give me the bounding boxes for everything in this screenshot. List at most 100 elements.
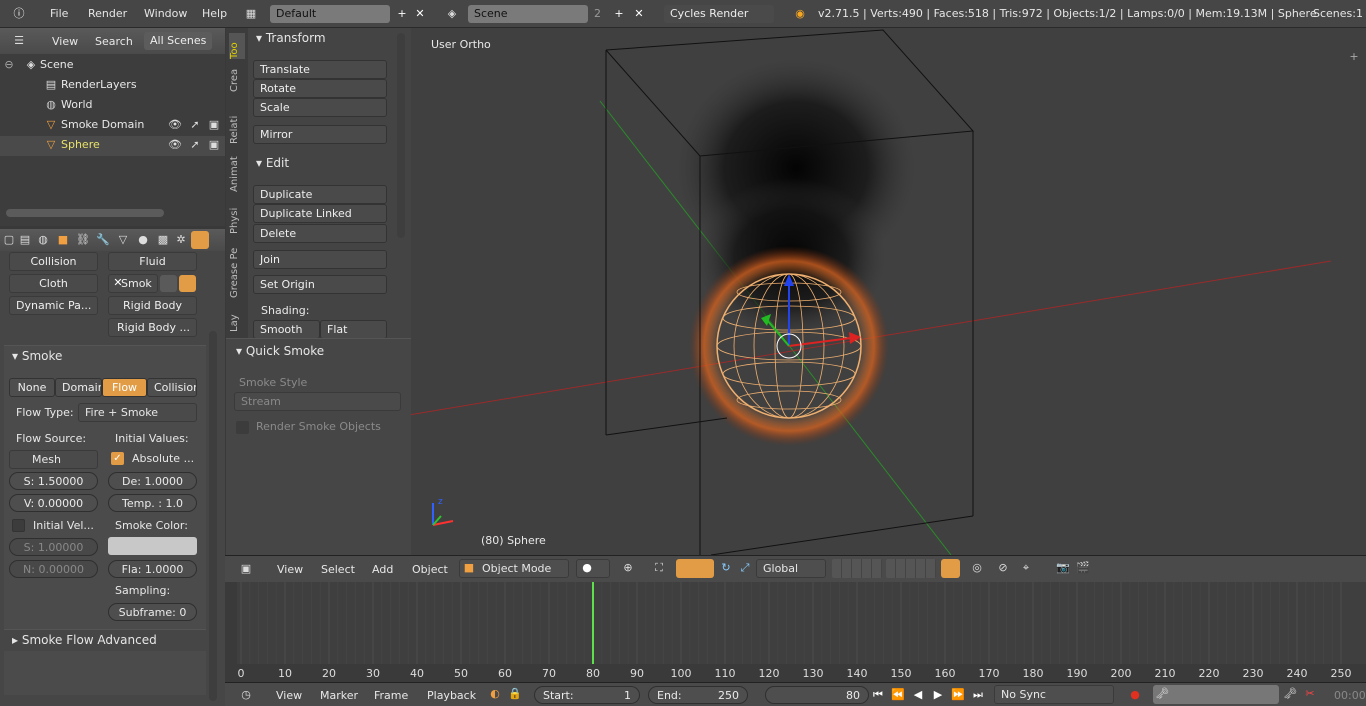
tl-menu-view[interactable]: View: [276, 689, 302, 702]
set-origin-select[interactable]: Set Origin: [253, 275, 387, 294]
render-layers-icon[interactable]: ▤: [18, 233, 32, 247]
manipulator-icon[interactable]: ⛶: [652, 561, 666, 575]
mirror-button[interactable]: Mirror: [253, 125, 387, 144]
rigid-body-button[interactable]: Rigid Body: [108, 296, 197, 315]
play-icon[interactable]: ▶: [931, 688, 945, 702]
tab-relations[interactable]: Relati: [229, 108, 245, 144]
record-icon[interactable]: ●: [1128, 688, 1142, 702]
rotate-button[interactable]: Rotate: [253, 79, 387, 98]
tab-grease-pencil[interactable]: Grease Pe: [229, 244, 245, 298]
tool-shelf-scrollbar[interactable]: [397, 33, 405, 238]
smoke-type-collision[interactable]: Collision: [147, 378, 197, 397]
absolute-checkbox[interactable]: ✓: [111, 452, 124, 465]
sync-select[interactable]: No Sync: [994, 685, 1114, 704]
texture-icon[interactable]: ▩: [156, 233, 170, 247]
smoke-type-none[interactable]: None: [9, 378, 55, 397]
close-scene-icon[interactable]: ✕: [632, 7, 646, 21]
smoke-render-toggle[interactable]: [160, 275, 177, 292]
edit-panel-title[interactable]: ▾ Edit: [256, 156, 289, 170]
next-keyframe-icon[interactable]: ⏩: [951, 688, 965, 702]
density-field[interactable]: De: 1.0000: [108, 472, 197, 490]
layout-icon[interactable]: ▦: [244, 7, 258, 21]
keying-icon[interactable]: ◐: [488, 687, 502, 701]
outliner-display-select[interactable]: All Scenes: [144, 32, 212, 50]
smoke-view-toggle[interactable]: [179, 275, 196, 292]
smoke-type-domain[interactable]: Domain: [55, 378, 102, 397]
layers-grid-a[interactable]: [832, 559, 882, 578]
dynamic-paint-button[interactable]: Dynamic Pa...: [9, 296, 98, 315]
cursor-icon[interactable]: ➚: [188, 138, 202, 152]
surface-emission-field[interactable]: S: 1.50000: [9, 472, 98, 490]
menu-window[interactable]: Window: [144, 7, 187, 20]
prev-keyframe-icon[interactable]: ⏪: [891, 688, 905, 702]
tl-menu-frame[interactable]: Frame: [374, 689, 408, 702]
tab-animation[interactable]: Animat: [229, 152, 245, 192]
menu-help[interactable]: Help: [202, 7, 227, 20]
collision-button[interactable]: Collision: [9, 252, 98, 271]
vp-menu-object[interactable]: Object: [412, 563, 448, 576]
timeline-editor-icon[interactable]: ◷: [239, 688, 253, 702]
flow-source-select[interactable]: Mesh: [9, 450, 98, 469]
tab-tools[interactable]: Too: [229, 33, 245, 59]
smoke-type-flow[interactable]: Flow: [102, 378, 147, 397]
render-engine-select[interactable]: Cycles Render: [664, 5, 774, 23]
add-layout-icon[interactable]: +: [395, 7, 409, 21]
menu-file[interactable]: File: [50, 7, 68, 20]
render-smoke-checkbox[interactable]: [236, 421, 249, 434]
subframe-field[interactable]: Subframe: 0: [108, 603, 197, 621]
remove-smoke-icon[interactable]: ✕: [111, 276, 125, 290]
manipulator-toggle[interactable]: [676, 559, 714, 578]
smoke-color-swatch[interactable]: [108, 537, 197, 555]
snap-icon[interactable]: ⌖: [1019, 561, 1033, 575]
outliner-item-smoke-domain[interactable]: Smoke Domain: [61, 118, 144, 131]
outliner-item-scene[interactable]: Scene: [40, 58, 74, 71]
current-frame-field[interactable]: 80: [765, 686, 869, 704]
scale-manipulator-icon[interactable]: ⤢: [738, 561, 752, 575]
eye-icon[interactable]: 👁: [168, 118, 182, 132]
rigid-body-constraint-button[interactable]: Rigid Body ...: [108, 318, 197, 337]
temperature-field[interactable]: Temp. : 1.0: [108, 494, 197, 512]
outliner-menu-view[interactable]: View: [52, 35, 78, 48]
menu-render[interactable]: Render: [88, 7, 127, 20]
jump-start-icon[interactable]: ⏮: [871, 688, 885, 702]
rotate-manipulator-icon[interactable]: ↻: [719, 561, 733, 575]
delete-button[interactable]: Delete: [253, 224, 387, 243]
modifier-icon[interactable]: 🔧: [96, 233, 110, 247]
layers-grid-b[interactable]: [886, 559, 936, 578]
insert-keyframe-icon[interactable]: 🗝: [1283, 687, 1297, 701]
tab-layers[interactable]: Lay: [229, 310, 245, 332]
3d-viewport[interactable]: z User Ortho (80) Sphere +: [411, 28, 1366, 555]
vp-menu-view[interactable]: View: [277, 563, 303, 576]
volume-emission-field[interactable]: V: 0.00000: [9, 494, 98, 512]
smoke-panel-title[interactable]: ▾ Smoke: [12, 349, 62, 363]
velocity-source-field[interactable]: S: 1.00000: [9, 538, 98, 556]
outliner-item-renderlayers[interactable]: RenderLayers: [61, 78, 137, 91]
orientation-select[interactable]: Global: [756, 559, 826, 578]
duplicate-button[interactable]: Duplicate: [253, 185, 387, 204]
outliner-item-world[interactable]: World: [61, 98, 93, 111]
transform-panel-title[interactable]: ▾ Transform: [256, 31, 326, 45]
layout-field[interactable]: Default: [270, 5, 390, 23]
translate-button[interactable]: Translate: [253, 60, 387, 79]
tab-create[interactable]: Crea: [229, 64, 245, 92]
render-icon[interactable]: ▢: [2, 233, 16, 247]
timeline[interactable]: 0 10 20 30 40 50 60 70 80 90 100 110 120 130 140 150 160…: [225, 582, 1366, 682]
expand-icon[interactable]: ⊖: [2, 58, 16, 72]
flame-rate-field[interactable]: Fla: 1.0000: [108, 560, 197, 578]
physics-tab-icon[interactable]: [191, 231, 209, 249]
lock-icon[interactable]: 🔒: [508, 687, 522, 701]
end-frame-field[interactable]: End: 250: [648, 686, 748, 704]
close-layout-icon[interactable]: ✕: [413, 7, 427, 21]
flow-type-select[interactable]: Fire + Smoke: [78, 403, 197, 422]
fluid-button[interactable]: Fluid: [108, 252, 197, 271]
jump-end-icon[interactable]: ⏭: [971, 688, 985, 702]
lock-layers-toggle[interactable]: [941, 559, 960, 578]
scale-button[interactable]: Scale: [253, 98, 387, 117]
tl-menu-marker[interactable]: Marker: [320, 689, 358, 702]
play-reverse-icon[interactable]: ◀: [911, 688, 925, 702]
constraints-icon[interactable]: ⛓: [76, 233, 90, 247]
editor-type-icon[interactable]: ☰: [12, 34, 26, 48]
vp-menu-add[interactable]: Add: [372, 563, 393, 576]
tl-menu-playback[interactable]: Playback: [427, 689, 476, 702]
pivot-icon[interactable]: ⊕: [621, 561, 635, 575]
